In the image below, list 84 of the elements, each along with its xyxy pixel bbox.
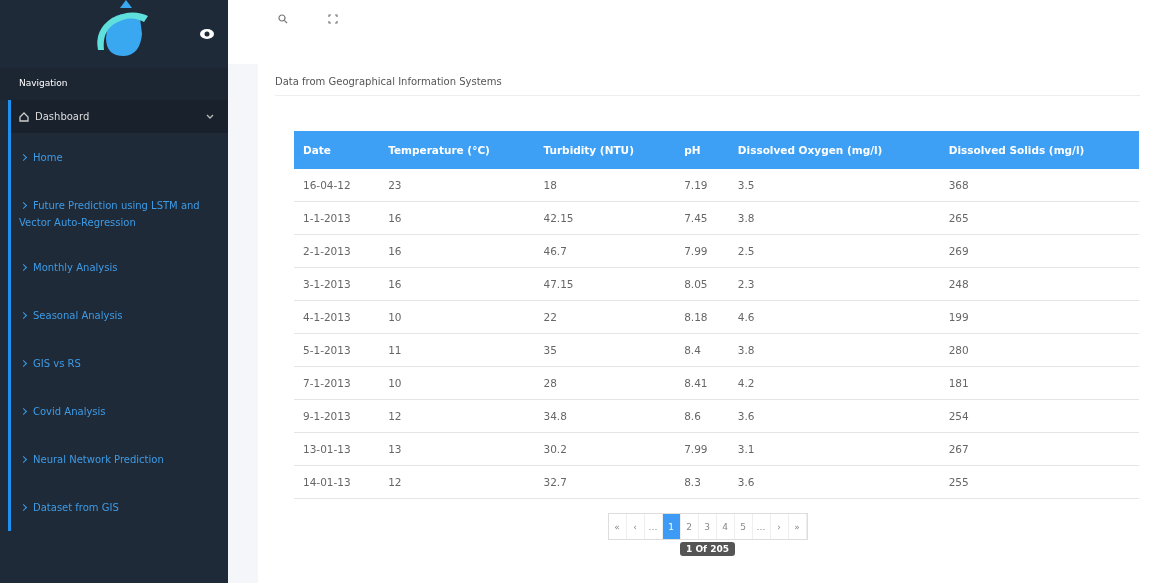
- column-header: Temperature (°C): [379, 131, 535, 169]
- table-cell: 8.4: [675, 333, 729, 367]
- sidebar-link[interactable]: GIS vs RS: [11, 339, 228, 387]
- table-cell: 7.99: [675, 234, 729, 268]
- sidebar-link[interactable]: Home: [11, 133, 228, 181]
- table-cell: 199: [939, 300, 1139, 334]
- table-cell: 14-01-13: [294, 465, 380, 499]
- sidebar-link[interactable]: Neural Network Prediction: [11, 435, 228, 483]
- sidebar-link[interactable]: Dataset from GIS: [11, 483, 228, 531]
- table-cell: 34.8: [534, 399, 676, 433]
- table-cell: 5-1-2013: [294, 333, 380, 367]
- home-icon: [19, 111, 29, 122]
- column-header: Date: [294, 131, 380, 169]
- table-cell: 28: [534, 366, 676, 400]
- table-cell: 13-01-13: [294, 432, 380, 466]
- table-cell: 181: [939, 366, 1139, 400]
- table-cell: 10: [379, 300, 535, 334]
- table-cell: 280: [939, 333, 1139, 367]
- table-cell: 3.8: [728, 201, 940, 235]
- table-cell: 42.15: [534, 201, 676, 235]
- table-cell: 2.3: [728, 267, 940, 301]
- column-header: Turbidity (NTU): [534, 131, 676, 169]
- table-cell: 22: [534, 300, 676, 334]
- table-cell: 35: [534, 333, 676, 367]
- column-header: Dissolved Solids (mg/l): [939, 131, 1139, 169]
- table-cell: 16: [379, 267, 535, 301]
- table-cell: 3.5: [728, 169, 940, 202]
- table-cell: 265: [939, 201, 1139, 235]
- sidebar-link[interactable]: Monthly Analysis: [11, 243, 228, 291]
- table-cell: 1-1-2013: [294, 201, 380, 235]
- table-cell: 12: [379, 399, 535, 433]
- sidebar-link[interactable]: Covid Analysis: [11, 387, 228, 435]
- table-cell: 13: [379, 432, 535, 466]
- table-cell: 2-1-2013: [294, 234, 380, 268]
- table-cell: 10: [379, 366, 535, 400]
- table-cell: 3.8: [728, 333, 940, 367]
- table-cell: 368: [939, 169, 1139, 202]
- table-cell: 7.99: [675, 432, 729, 466]
- table-cell: 7.19: [675, 169, 729, 202]
- table-cell: 269: [939, 234, 1139, 268]
- table-cell: 32.7: [534, 465, 676, 499]
- card-title: Data from Geographical Information Systems: [275, 76, 1140, 96]
- table-cell: 4.2: [728, 366, 940, 400]
- column-header: pH: [675, 131, 729, 169]
- dashboard-menu-item[interactable]: Dashboard: [11, 100, 228, 133]
- sidebar-link[interactable]: Seasonal Analysis: [11, 291, 228, 339]
- table-cell: 23: [379, 169, 535, 202]
- menu-label: Dashboard: [35, 111, 91, 122]
- caret-icon: [206, 114, 214, 119]
- eye-icon[interactable]: [200, 29, 214, 39]
- table-cell: 4-1-2013: [294, 300, 380, 334]
- table-cell: 7-1-2013: [294, 366, 380, 400]
- sidebar-link[interactable]: Future Prediction using LSTM and Vector Auto-Regression: [11, 181, 228, 243]
- table-cell: 3-1-2013: [294, 267, 380, 301]
- table-cell: 248: [939, 267, 1139, 301]
- table-cell: 3.6: [728, 399, 940, 433]
- table-cell: 18: [534, 169, 676, 202]
- table-cell: 3.6: [728, 465, 940, 499]
- search-icon[interactable]: [278, 14, 288, 24]
- table-cell: 267: [939, 432, 1139, 466]
- table-cell: 30.2: [534, 432, 676, 466]
- fullscreen-icon[interactable]: [328, 14, 338, 24]
- table-cell: 47.15: [534, 267, 676, 301]
- table-cell: 16-04-12: [294, 169, 380, 202]
- table-cell: 3.1: [728, 432, 940, 466]
- table-cell: 8.6: [675, 399, 729, 433]
- table-cell: 11: [379, 333, 535, 367]
- table-cell: 46.7: [534, 234, 676, 268]
- navigation-heading: Navigation: [0, 68, 228, 100]
- table-cell: 12: [379, 465, 535, 499]
- column-header: Dissolved Oxygen (mg/l): [728, 131, 940, 169]
- page-tooltip: 1 Of 205: [680, 542, 735, 556]
- table-cell: 255: [939, 465, 1139, 499]
- table-cell: 8.41: [675, 366, 729, 400]
- table-cell: 16: [379, 234, 535, 268]
- table-cell: 8.3: [675, 465, 729, 499]
- table-cell: 8.18: [675, 300, 729, 334]
- table-cell: 16: [379, 201, 535, 235]
- table-cell: 2.5: [728, 234, 940, 268]
- table-cell: 254: [939, 399, 1139, 433]
- table-cell: 4.6: [728, 300, 940, 334]
- table-cell: 9-1-2013: [294, 399, 380, 433]
- table-cell: 7.45: [675, 201, 729, 235]
- table-cell: 8.05: [675, 267, 729, 301]
